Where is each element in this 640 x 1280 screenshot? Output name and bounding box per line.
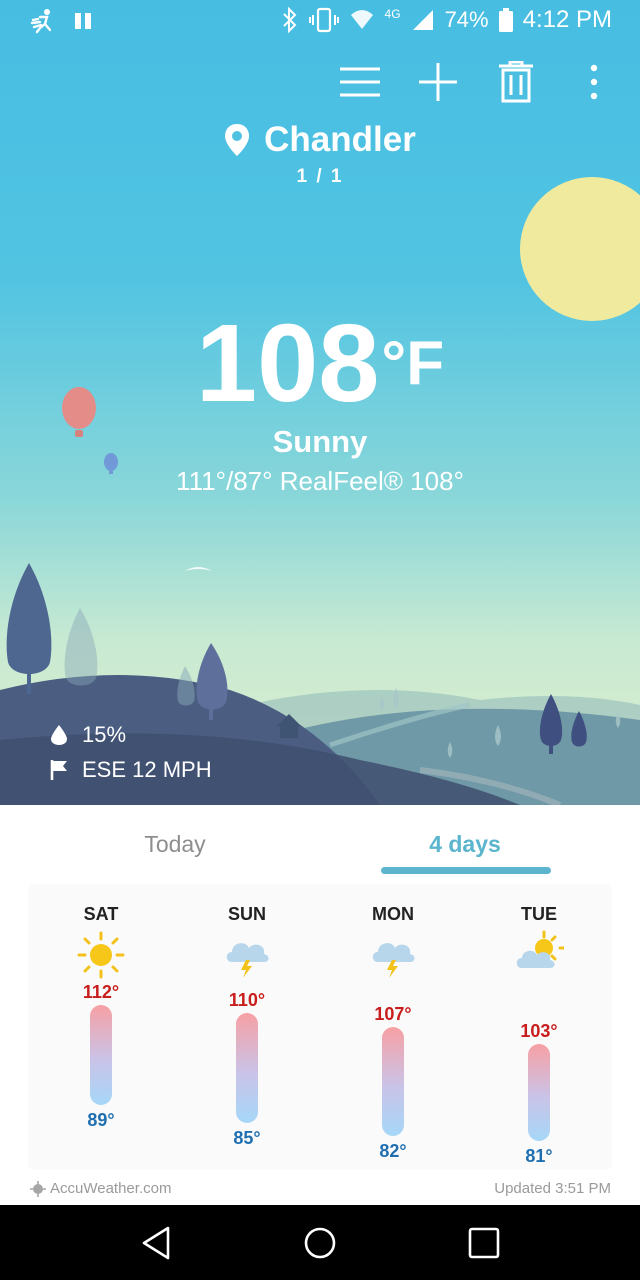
hamburger-menu-icon	[340, 67, 380, 97]
forecast-tabs: Today 4 days	[0, 805, 640, 880]
accuweather-logo-icon	[30, 1180, 46, 1197]
temperature-unit: °F	[381, 329, 445, 398]
battery-percentage: 74%	[444, 7, 489, 32]
tab-4-days[interactable]: 4 days	[385, 831, 545, 858]
location-page-indicator: 1 / 1	[296, 166, 344, 187]
day-high-temp: 103°	[520, 1021, 558, 1041]
sunny-icon	[77, 931, 125, 979]
tab-today[interactable]: Today	[95, 831, 255, 858]
tab-selected-indicator	[381, 867, 551, 874]
day-name: TUE	[521, 904, 557, 924]
bird-illustration	[185, 567, 212, 571]
thunderstorm-icon	[372, 943, 415, 978]
wifi-icon	[350, 10, 373, 29]
partly-sunny-icon	[516, 930, 564, 968]
network-type-label: 4G	[384, 7, 401, 21]
temperature-range-bar	[236, 1013, 258, 1123]
battery-icon	[498, 8, 513, 32]
vibrate-icon	[308, 7, 339, 33]
more-vertical-icon	[590, 64, 598, 100]
location-pin-icon	[225, 124, 250, 156]
city-name[interactable]: Chandler	[264, 120, 416, 160]
wind-value: ESE 12 MPH	[82, 757, 212, 782]
raindrop-icon	[51, 725, 67, 745]
day-high-temp: 110°	[228, 990, 266, 1010]
hilo-realfeel: 111°/87° RealFeel® 108°	[176, 466, 464, 496]
tree-small-ghost	[177, 666, 195, 706]
status-bar: 4G 74% 4:12 PM	[0, 0, 640, 44]
four-day-forecast: SAT 112° 89° SUN 110° 85° MON 107° 82° T…	[28, 884, 612, 1170]
location-header: Chandler 1 / 1	[0, 120, 640, 188]
bluetooth-icon	[282, 7, 296, 33]
back-button[interactable]	[134, 1221, 178, 1265]
last-updated: Updated 3:51 PM	[494, 1180, 611, 1197]
weather-hero: 4G 74% 4:12 PM Chandler 1 / 1 108°F Sunn…	[0, 0, 640, 805]
forecast-day-tue[interactable]: TUE 103° 81°	[466, 884, 612, 1170]
day-name: SAT	[83, 904, 119, 924]
current-condition: Sunny	[272, 424, 368, 459]
precipitation-value: 15%	[82, 722, 127, 747]
accuweather-link[interactable]: AccuWeather.com	[30, 1180, 171, 1197]
current-temperature: 108°F	[0, 300, 640, 427]
temperature-range-bar	[382, 1027, 404, 1136]
forecast-day-sun[interactable]: SUN 110° 85°	[174, 884, 320, 1170]
day-low-temp: 82°	[379, 1141, 407, 1161]
forecast-day-sat[interactable]: SAT 112° 89°	[28, 884, 174, 1170]
status-clock: 4:12 PM	[522, 6, 612, 33]
plus-icon	[419, 63, 457, 101]
more-options-button[interactable]	[570, 58, 618, 106]
signal-strength-icon	[412, 10, 433, 30]
day-high-temp: 107°	[374, 1004, 412, 1024]
day-high-temp: 112°	[82, 982, 120, 1002]
home-button[interactable]	[298, 1221, 342, 1265]
accuweather-brand: AccuWeather.com	[50, 1180, 172, 1197]
top-toolbar	[336, 58, 618, 106]
day-name: SUN	[227, 904, 266, 924]
temperature-range-bar	[528, 1044, 550, 1141]
activity-runner-icon	[30, 9, 52, 34]
tree-ghost-left	[64, 608, 98, 686]
day-low-temp: 89°	[87, 1110, 115, 1130]
precipitation-row: 15%	[50, 722, 126, 748]
tree-tall-left	[6, 563, 52, 694]
add-location-button[interactable]	[414, 58, 462, 106]
menu-button[interactable]	[336, 58, 384, 106]
pause-icon	[75, 13, 91, 29]
temperature-range-bar	[90, 1005, 112, 1105]
thunderstorm-icon	[226, 943, 269, 978]
android-navigation-bar	[0, 1205, 640, 1280]
wind-row: ESE 12 MPH	[50, 757, 212, 783]
recent-apps-button[interactable]	[462, 1221, 506, 1265]
day-name: MON	[372, 904, 414, 924]
delete-button[interactable]	[492, 58, 540, 106]
day-low-temp: 85°	[233, 1128, 261, 1148]
forecast-day-mon[interactable]: MON 107° 82°	[320, 884, 466, 1170]
day-low-temp: 81°	[525, 1146, 553, 1166]
wind-flag-icon	[50, 760, 67, 780]
trash-icon	[499, 61, 533, 103]
temperature-value: 108	[195, 302, 380, 425]
